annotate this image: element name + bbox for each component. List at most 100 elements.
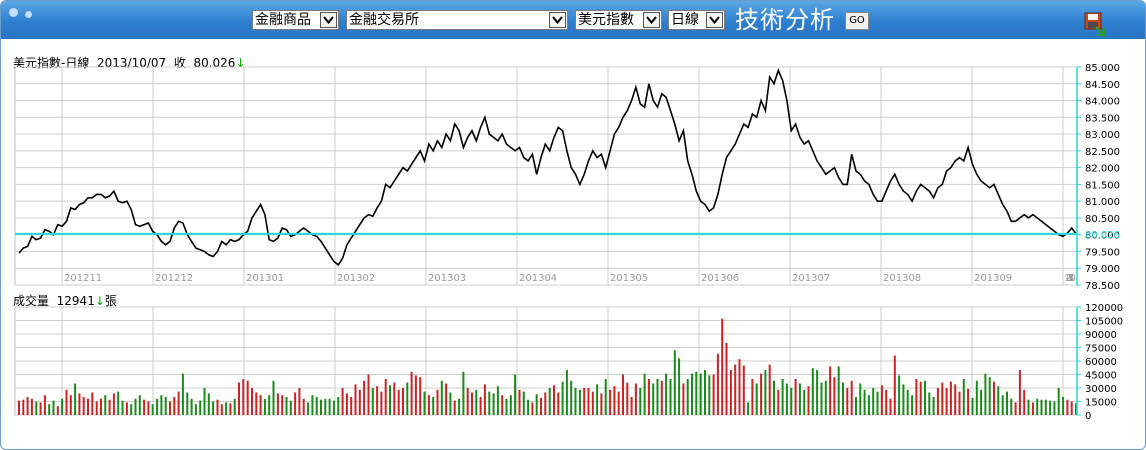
volume-bar bbox=[911, 395, 914, 415]
volume-bar bbox=[251, 388, 253, 415]
volume-bar bbox=[518, 389, 521, 415]
volume-bar bbox=[82, 397, 85, 415]
volume-bar bbox=[803, 389, 806, 415]
volume-bar bbox=[483, 384, 486, 415]
price-y-tick-label: 81.500 bbox=[1085, 180, 1120, 191]
volume-bar bbox=[798, 383, 801, 415]
volume-y-tick-label: 45000 bbox=[1085, 371, 1117, 382]
volume-y-tick-label: 90000 bbox=[1085, 330, 1117, 341]
volume-bar bbox=[643, 373, 646, 415]
volume-bar bbox=[289, 400, 292, 415]
volume-bar bbox=[281, 395, 284, 415]
volume-bar bbox=[169, 401, 171, 415]
volume-bar bbox=[1006, 391, 1008, 415]
volume-bar bbox=[294, 392, 297, 415]
price-x-tick-label: 201302 bbox=[337, 273, 375, 284]
volume-bar bbox=[691, 373, 693, 415]
volume-bar bbox=[186, 392, 189, 415]
volume-bar bbox=[962, 379, 965, 415]
volume-bar bbox=[1018, 370, 1021, 415]
volume-bar bbox=[341, 388, 344, 415]
volume-bar bbox=[501, 395, 504, 415]
volume-bar bbox=[190, 398, 193, 415]
volume-bar bbox=[462, 371, 465, 415]
volume-bar bbox=[1040, 399, 1043, 415]
volume-bar bbox=[100, 398, 102, 415]
price-y-tick-label: 79.500 bbox=[1085, 247, 1120, 258]
volume-bar bbox=[397, 389, 400, 415]
volume-bar bbox=[367, 374, 370, 415]
volume-bar bbox=[134, 398, 137, 415]
volume-bar bbox=[177, 391, 180, 415]
volume-bar bbox=[436, 389, 439, 415]
volume-bar bbox=[734, 364, 737, 415]
volume-bar bbox=[570, 380, 573, 415]
volume-bar bbox=[203, 388, 206, 415]
volume-bar bbox=[471, 392, 473, 415]
volume-bar bbox=[272, 380, 275, 415]
volume-y-tick-label: 120000 bbox=[1085, 303, 1123, 314]
volume-bar bbox=[673, 350, 676, 415]
volume-bar bbox=[936, 388, 939, 415]
volume-y-axis: 120000 105000 90000 75000 60000 45000 30000 150… bbox=[1076, 303, 1123, 422]
volume-bar bbox=[160, 395, 163, 415]
volume-bar bbox=[924, 380, 926, 415]
price-y-tick-label: 79.000 bbox=[1085, 264, 1120, 275]
volume-bar bbox=[604, 379, 607, 415]
volume-bar bbox=[255, 392, 258, 415]
volume-bar bbox=[259, 395, 262, 415]
volume-bar bbox=[540, 397, 542, 415]
volume-bar bbox=[328, 398, 331, 415]
price-y-tick-label: 84.500 bbox=[1085, 80, 1120, 91]
volume-bar bbox=[350, 397, 353, 415]
volume-bar bbox=[384, 379, 387, 415]
volume-y-tick-label: 60000 bbox=[1085, 357, 1117, 368]
volume-bar bbox=[928, 392, 931, 415]
volume-bar bbox=[376, 386, 379, 415]
volume-bar bbox=[419, 377, 422, 415]
volume-bar bbox=[445, 383, 448, 415]
volume-bar bbox=[760, 373, 763, 415]
volume-bar bbox=[988, 377, 991, 415]
volume-bar bbox=[1066, 399, 1069, 415]
volume-bar bbox=[531, 402, 534, 415]
volume-bar bbox=[747, 402, 750, 415]
volume-bar bbox=[880, 385, 883, 415]
volume-bar bbox=[1053, 401, 1056, 415]
volume-bar bbox=[954, 384, 957, 415]
price-x-tick-label: 201212 bbox=[155, 273, 193, 284]
volume-bar bbox=[307, 402, 310, 415]
volume-bar bbox=[410, 371, 413, 415]
volume-bar bbox=[268, 395, 271, 415]
price-y-tick-label: 80.500 bbox=[1085, 214, 1120, 225]
volume-bar bbox=[302, 398, 305, 415]
volume-bar bbox=[941, 382, 944, 415]
volume-bar bbox=[686, 379, 689, 415]
volume-bar bbox=[678, 358, 681, 415]
volume-bar bbox=[479, 397, 482, 415]
volume-bar bbox=[669, 379, 672, 415]
volume-bar bbox=[423, 391, 426, 415]
volume-bar bbox=[660, 380, 663, 415]
volume-bar bbox=[695, 371, 698, 415]
volume-bar bbox=[622, 374, 624, 415]
volume-bar bbox=[932, 397, 935, 415]
volume-bar bbox=[371, 388, 374, 415]
volume-bar bbox=[35, 401, 38, 415]
volume-bar bbox=[850, 380, 853, 415]
volume-bar bbox=[229, 403, 232, 415]
volume-bar bbox=[919, 381, 922, 415]
volume-bar bbox=[164, 397, 167, 415]
price-x-tick-label: 201309 bbox=[974, 273, 1012, 284]
volume-bar bbox=[242, 379, 245, 415]
volume-bar bbox=[846, 388, 849, 415]
volume-bar bbox=[1044, 399, 1047, 415]
volume-bar bbox=[65, 389, 68, 415]
volume-bar bbox=[906, 389, 909, 415]
volume-bar bbox=[837, 366, 840, 415]
volume-bar bbox=[52, 400, 55, 415]
volume-bar bbox=[1049, 400, 1052, 415]
price-x-tick-label: 201211 bbox=[64, 273, 102, 284]
volume-y-tick-label: 15000 bbox=[1085, 398, 1117, 409]
volume-bar bbox=[824, 380, 827, 415]
